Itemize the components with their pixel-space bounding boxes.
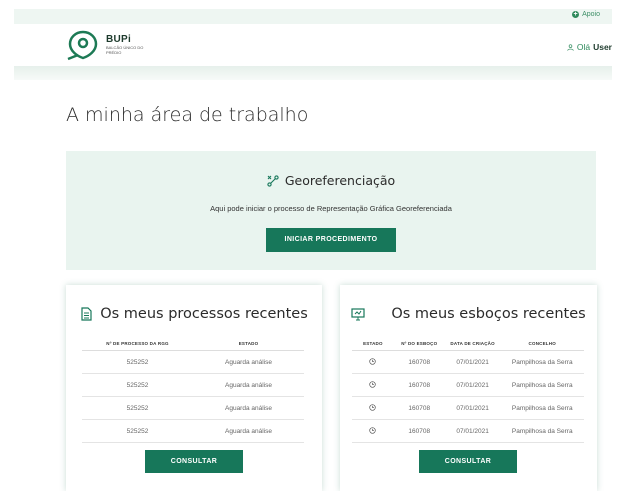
- document-icon: [81, 307, 92, 321]
- processo-numero: 525252: [82, 419, 193, 443]
- esboco-concelho: Pampilhosa da Serra: [500, 350, 584, 374]
- processo-estado: Aguarda análise: [193, 350, 304, 374]
- processos-table: Nº DE PROCESSO DA RGG ESTADO 525252 Aguar…: [82, 341, 304, 443]
- esboco-numero: 160708: [393, 396, 445, 420]
- esboco-concelho: Pampilhosa da Serra: [500, 419, 584, 443]
- processo-estado: Aguarda análise: [193, 396, 304, 420]
- table-row[interactable]: 525252 Aguarda análise: [82, 373, 304, 397]
- processo-estado: Aguarda análise: [193, 419, 304, 443]
- top-utility-bar: + Apoio: [14, 9, 612, 24]
- brand: BUPi BALCÃO ÚNICO DO PRÉDIO: [106, 34, 146, 55]
- iniciar-procedimento-button[interactable]: INICIAR PROCEDIMENTO: [266, 228, 396, 252]
- page-title: A minha área de trabalho: [66, 104, 309, 126]
- processos-title: Os meus processos recentes: [100, 306, 308, 322]
- clock-icon: [369, 426, 377, 434]
- consultar-esbocos-button[interactable]: CONSULTAR: [419, 450, 517, 473]
- table-row[interactable]: 160708 07/01/2021 Pampilhosa da Serra: [352, 373, 584, 397]
- table-row[interactable]: 525252 Aguarda análise: [82, 396, 304, 420]
- georeferenciacao-panel: Georeferenciação Aqui pode iniciar o pro…: [66, 151, 596, 270]
- esbocos-card: Os meus esboços recentes ESTADO Nº DO ES…: [340, 285, 597, 491]
- clock-icon: [369, 357, 377, 365]
- col-data-criacao: DATA DE CRIAÇÃO: [444, 341, 501, 351]
- esbocos-heading: Os meus esboços recentes: [340, 306, 597, 322]
- esboco-data: 07/01/2021: [444, 419, 501, 443]
- header-shadow-band: [14, 66, 612, 80]
- table-row[interactable]: 160708 07/01/2021 Pampilhosa da Serra: [352, 350, 584, 374]
- georeferenciacao-title: Georeferenciação: [284, 173, 396, 188]
- esboco-data: 07/01/2021: [444, 350, 501, 374]
- monitor-icon: [351, 307, 365, 320]
- user-menu[interactable]: Olá User: [567, 42, 612, 52]
- esboco-numero: 160708: [393, 419, 445, 443]
- esboco-data: 07/01/2021: [444, 396, 501, 420]
- georeferenciacao-description: Aqui pode iniciar o processo de Represen…: [210, 204, 452, 213]
- esboco-numero: 160708: [393, 350, 445, 374]
- processo-numero: 525252: [82, 373, 193, 397]
- georeferenciacao-heading: Georeferenciação: [66, 173, 596, 188]
- esboco-concelho: Pampilhosa da Serra: [500, 373, 584, 397]
- col-concelho: CONCELHO: [500, 341, 584, 351]
- processos-heading: Os meus processos recentes: [66, 306, 322, 322]
- table-row[interactable]: 525252 Aguarda análise: [82, 419, 304, 443]
- table-row[interactable]: 160708 07/01/2021 Pampilhosa da Serra: [352, 396, 584, 420]
- plus-circle-icon: +: [572, 11, 580, 18]
- bupi-logo[interactable]: [66, 29, 100, 61]
- consultar-processos-button[interactable]: CONSULTAR: [145, 450, 243, 473]
- apoio-label: Apoio: [582, 11, 600, 18]
- greeting: Olá: [576, 42, 591, 52]
- apoio-link[interactable]: + Apoio: [572, 11, 600, 18]
- clock-icon: [369, 403, 377, 411]
- col-estado: ESTADO: [352, 341, 394, 351]
- esbocos-table: ESTADO Nº DO ESBOÇO DATA DE CRIAÇÃO CONC…: [352, 341, 584, 443]
- processo-estado: Aguarda análise: [193, 373, 304, 397]
- brand-subtitle: BALCÃO ÚNICO DO PRÉDIO: [106, 45, 144, 55]
- table-row[interactable]: 160708 07/01/2021 Pampilhosa da Serra: [352, 419, 584, 443]
- processo-numero: 525252: [82, 396, 193, 420]
- esboco-numero: 160708: [393, 373, 445, 397]
- esbocos-title: Os meus esboços recentes: [391, 306, 586, 322]
- user-name: User: [593, 42, 612, 52]
- user-icon: [567, 43, 574, 51]
- col-estado: ESTADO: [193, 341, 304, 351]
- route-icon: [267, 174, 279, 187]
- processo-numero: 525252: [82, 350, 193, 374]
- processos-card: Os meus processos recentes Nº DE PROCESS…: [66, 285, 322, 491]
- col-numero-processo: Nº DE PROCESSO DA RGG: [82, 341, 193, 351]
- site-header: BUPi BALCÃO ÚNICO DO PRÉDIO Olá User: [14, 24, 612, 66]
- brand-name: BUPi: [106, 34, 132, 45]
- table-row[interactable]: 525252 Aguarda análise: [82, 350, 304, 374]
- clock-icon: [369, 380, 377, 388]
- col-numero-esboco: Nº DO ESBOÇO: [393, 341, 445, 351]
- esboco-data: 07/01/2021: [444, 373, 501, 397]
- esboco-concelho: Pampilhosa da Serra: [500, 396, 584, 420]
